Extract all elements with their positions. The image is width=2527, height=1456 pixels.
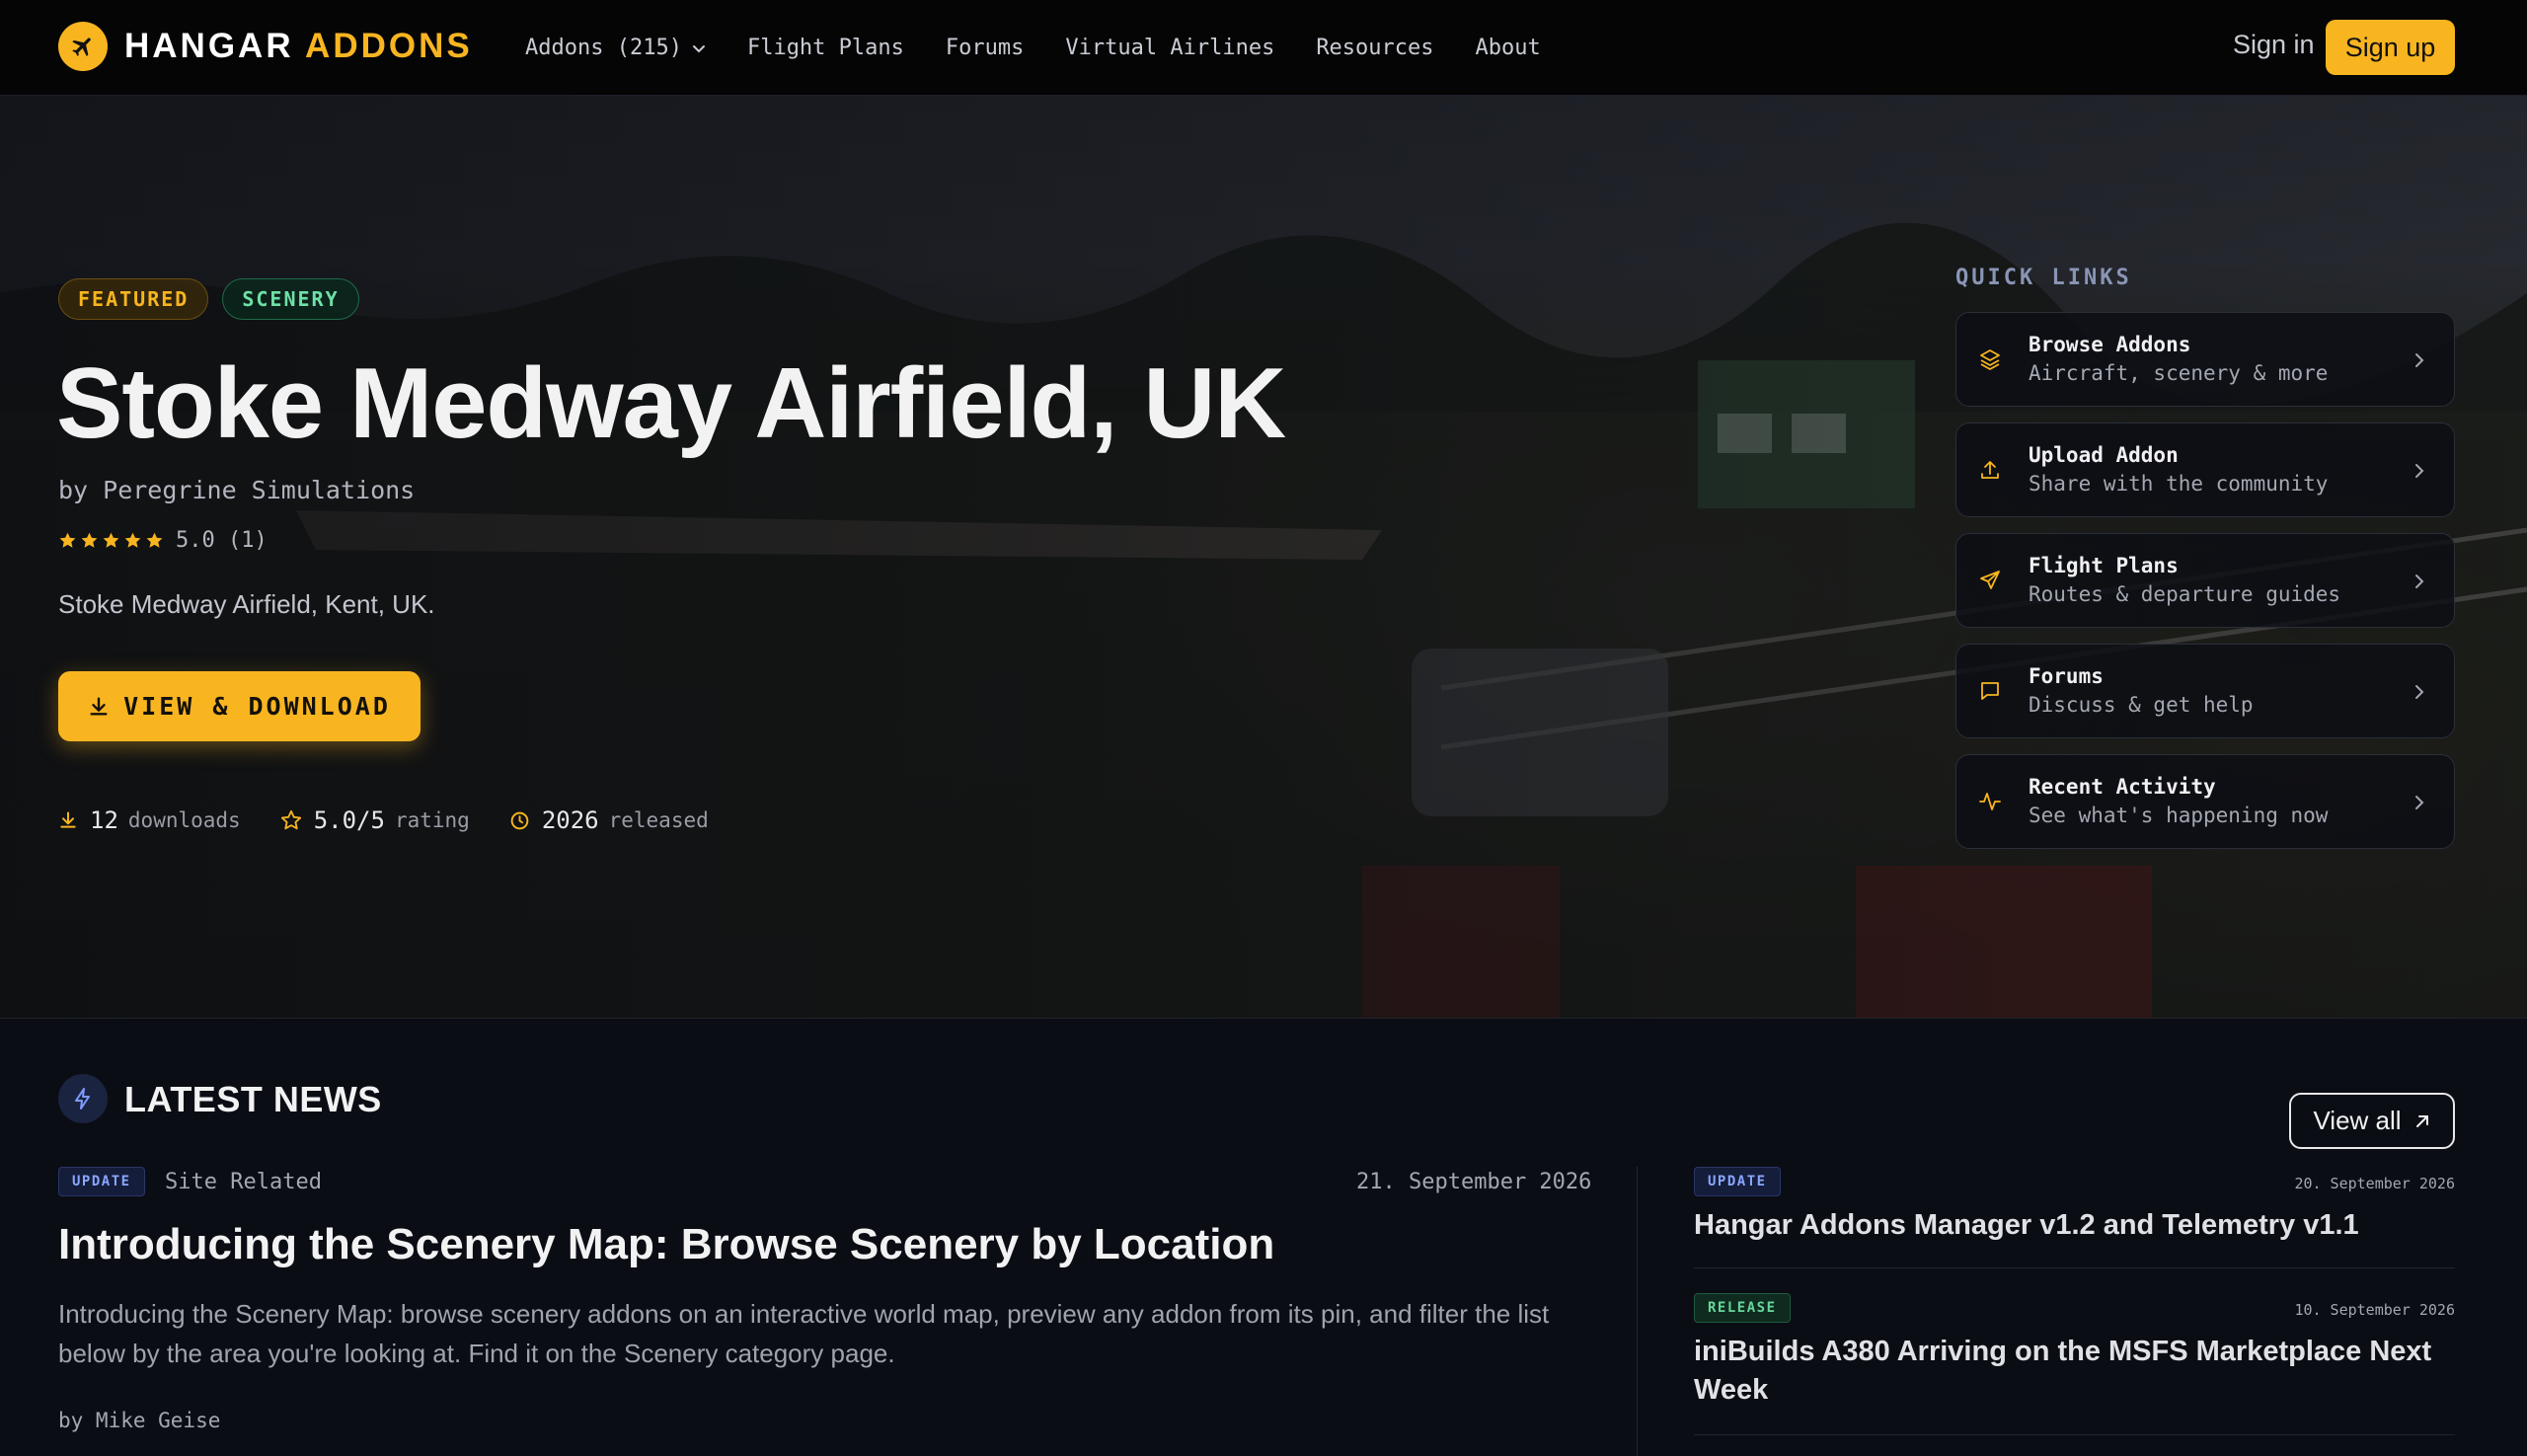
- stat-released: 2026 released: [509, 806, 709, 834]
- news-item-divider: [1694, 1267, 2455, 1268]
- hero-stats: 12 downloads 5.0/5 rating 2026 released: [58, 806, 748, 834]
- news-item-divider: [1694, 1434, 2455, 1435]
- quick-link-recent-activity[interactable]: Recent Activity See what's happening now: [1955, 754, 2455, 849]
- nav-addons[interactable]: Addons (215): [525, 36, 706, 60]
- hero-author[interactable]: by Peregrine Simulations: [58, 476, 415, 504]
- activity-icon: [1979, 793, 2001, 810]
- brand-word-1: HANGAR: [124, 27, 294, 65]
- stat-rating-label: rating: [394, 808, 470, 832]
- view-download-button[interactable]: VIEW & DOWNLOAD: [58, 671, 421, 741]
- quick-link-title: Upload Addon: [2029, 443, 2179, 467]
- sign-in-link[interactable]: Sign in: [2233, 30, 2315, 60]
- news-list-item: UPDATE 20. September 2026 Hangar Addons …: [1694, 1167, 2455, 1265]
- quick-link-flight-plans[interactable]: Flight Plans Routes & departure guides: [1955, 533, 2455, 628]
- featured-badge: FEATURED: [58, 278, 209, 320]
- quick-link-title: Forums: [2029, 664, 2104, 688]
- news-date: 10. September 2026: [2294, 1301, 2455, 1319]
- star-icon: [103, 532, 119, 548]
- star-rating: [58, 531, 164, 550]
- stat-rating-value: 5.0/5: [313, 806, 385, 834]
- chevron-right-icon: [2415, 353, 2424, 367]
- hero-badges: FEATURED SCENERY: [58, 278, 359, 320]
- star-icon: [146, 532, 163, 548]
- star-icon: [81, 532, 98, 548]
- hero-title: Stoke Medway Airfield, UK: [56, 348, 1286, 459]
- star-icon: [59, 532, 76, 548]
- sign-up-button[interactable]: Sign up: [2326, 20, 2455, 75]
- brand-name: HANGAR ADDONS: [124, 27, 473, 66]
- download-icon: [90, 697, 108, 716]
- nav-about[interactable]: About: [1476, 36, 1541, 60]
- stat-released-value: 2026: [541, 806, 599, 834]
- quick-link-subtitle: Routes & departure guides: [2029, 582, 2341, 606]
- news-date: 20. September 2026: [2294, 1175, 2455, 1192]
- news-headline-link[interactable]: iniBuilds A380 Arriving on the MSFS Mark…: [1694, 1333, 2455, 1410]
- nav-forums[interactable]: Forums: [946, 36, 1024, 60]
- clock-icon: [510, 811, 529, 829]
- star-icon: [124, 532, 141, 548]
- download-icon: [60, 811, 76, 828]
- quick-link-title: Flight Plans: [2029, 554, 2179, 577]
- quick-link-subtitle: See what's happening now: [2029, 804, 2329, 827]
- view-download-label: VIEW & DOWNLOAD: [123, 692, 391, 721]
- hero-divider: [0, 1018, 2527, 1019]
- quick-link-title: Recent Activity: [2029, 775, 2216, 799]
- star-outline-icon: [280, 809, 301, 830]
- chat-icon: [1981, 682, 1999, 700]
- rating-text: 5.0 (1): [176, 528, 268, 553]
- news-excerpt: Introducing the Scenery Map: browse scen…: [58, 1299, 1550, 1368]
- quick-link-subtitle: Share with the community: [2029, 472, 2329, 496]
- quick-link-title: Browse Addons: [2029, 333, 2191, 356]
- brand-word-2: ADDONS: [305, 27, 473, 65]
- news-author: by Mike Geise: [58, 1409, 221, 1432]
- nav-resources[interactable]: Resources: [1316, 36, 1433, 60]
- news-date: 21. September 2026: [1356, 1170, 1592, 1194]
- layers-icon: [1980, 349, 2000, 370]
- nav-virtual-airlines[interactable]: Virtual Airlines: [1065, 36, 1274, 60]
- stat-downloads: 12 downloads: [58, 806, 241, 834]
- hero-description: Stoke Medway Airfield, Kent, UK.: [58, 589, 435, 619]
- stat-downloads-label: downloads: [127, 808, 241, 832]
- latest-news-heading: LATEST NEWS: [124, 1079, 382, 1119]
- chevron-down-icon: [692, 44, 705, 52]
- site-logo[interactable]: HANGAR ADDONS: [58, 22, 473, 71]
- scenery-badge[interactable]: SCENERY: [222, 278, 359, 320]
- chevron-right-icon: [2415, 575, 2424, 588]
- nav-flight-plans[interactable]: Flight Plans: [747, 36, 904, 60]
- quick-links-heading: QUICK LINKS: [1955, 266, 2132, 290]
- quick-link-subtitle: Discuss & get help: [2029, 693, 2254, 717]
- chevron-right-icon: [2415, 685, 2424, 699]
- view-all-label: View all: [2313, 1106, 2402, 1135]
- news-list-item: RELEASE 10. September 2026 iniBuilds A38…: [1694, 1293, 2455, 1431]
- news-headline-link[interactable]: Hangar Addons Manager v1.2 and Telemetry…: [1694, 1206, 2359, 1245]
- stat-released-label: released: [608, 808, 709, 832]
- news-category[interactable]: Site Related: [165, 1170, 322, 1194]
- lightning-icon: [58, 1074, 108, 1123]
- news-headline-link[interactable]: Introducing the Scenery Map: Browse Scen…: [58, 1220, 1274, 1269]
- hero-rating: 5.0 (1): [58, 528, 268, 553]
- chevron-right-icon: [2415, 464, 2424, 478]
- send-icon: [1980, 571, 2000, 589]
- arrow-up-right-icon: [2415, 1114, 2428, 1127]
- upload-icon: [1981, 461, 1999, 479]
- quick-link-subtitle: Aircraft, scenery & more: [2029, 361, 2329, 385]
- stat-downloads-value: 12: [90, 806, 118, 834]
- stat-rating: 5.0/5 rating: [280, 806, 470, 834]
- news-tag-update: UPDATE: [58, 1167, 145, 1196]
- quick-link-browse-addons[interactable]: Browse Addons Aircraft, scenery & more: [1955, 312, 2455, 407]
- top-navigation: HANGAR ADDONS Addons (215) Flight Plans …: [0, 0, 2527, 96]
- news-column-divider: [1637, 1167, 1638, 1456]
- chevron-right-icon: [2415, 796, 2424, 809]
- nav-addons-label: Addons (215): [525, 36, 682, 60]
- news-tag-release: RELEASE: [1694, 1293, 1791, 1323]
- view-all-news-button[interactable]: View all: [2289, 1093, 2455, 1149]
- plane-icon: [58, 22, 108, 71]
- nav-menu: Addons (215) Flight Plans Forums Virtual…: [525, 0, 1582, 96]
- quick-link-forums[interactable]: Forums Discuss & get help: [1955, 644, 2455, 738]
- news-tag-update: UPDATE: [1694, 1167, 1781, 1196]
- quick-link-upload-addon[interactable]: Upload Addon Share with the community: [1955, 422, 2455, 517]
